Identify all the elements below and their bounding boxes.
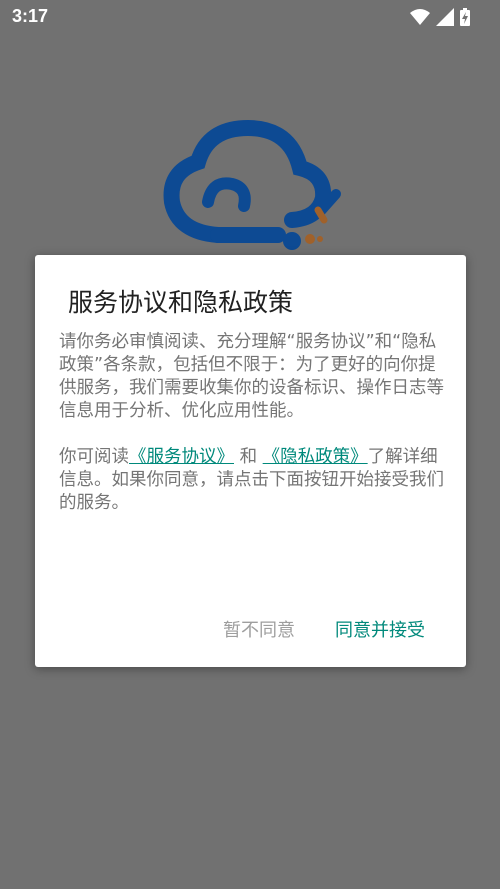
battery-charging-icon — [460, 8, 470, 26]
cellular-signal-icon — [436, 8, 454, 26]
privacy-dialog: 服务协议和隐私政策 请你务必审慎阅读、充分理解“服务协议”和“隐私政策”各条款，… — [35, 255, 466, 667]
dialog-title: 服务协议和隐私政策 — [68, 288, 294, 317]
app-logo — [163, 120, 341, 250]
dialog-actions: 暂不同意 同意并接受 — [35, 610, 466, 650]
paragraph-2-prefix: 你可阅读 — [59, 447, 129, 467]
accept-button[interactable]: 同意并接受 — [335, 616, 425, 642]
paragraph-2-and: 和 — [239, 447, 258, 467]
status-icons — [410, 7, 470, 27]
dialog-paragraph-2: 你可阅读《服务协议》 和 《隐私政策》了解详细信息。如果你同意，请点击下面按钮开… — [59, 446, 447, 515]
status-bar: 3:17 — [0, 0, 500, 34]
service-agreement-link[interactable]: 《服务协议》 — [129, 447, 234, 467]
dialog-paragraph-1: 请你务必审慎阅读、充分理解“服务协议”和“隐私政策”各条款，包括但不限于：为了更… — [59, 332, 444, 421]
decline-button[interactable]: 暂不同意 — [223, 616, 295, 642]
wifi-icon — [410, 9, 430, 25]
privacy-policy-link[interactable]: 《隐私政策》 — [263, 447, 368, 467]
dialog-body: 请你务必审慎阅读、充分理解“服务协议”和“隐私政策”各条款，包括但不限于：为了更… — [59, 331, 447, 515]
status-time: 3:17 — [12, 6, 49, 26]
